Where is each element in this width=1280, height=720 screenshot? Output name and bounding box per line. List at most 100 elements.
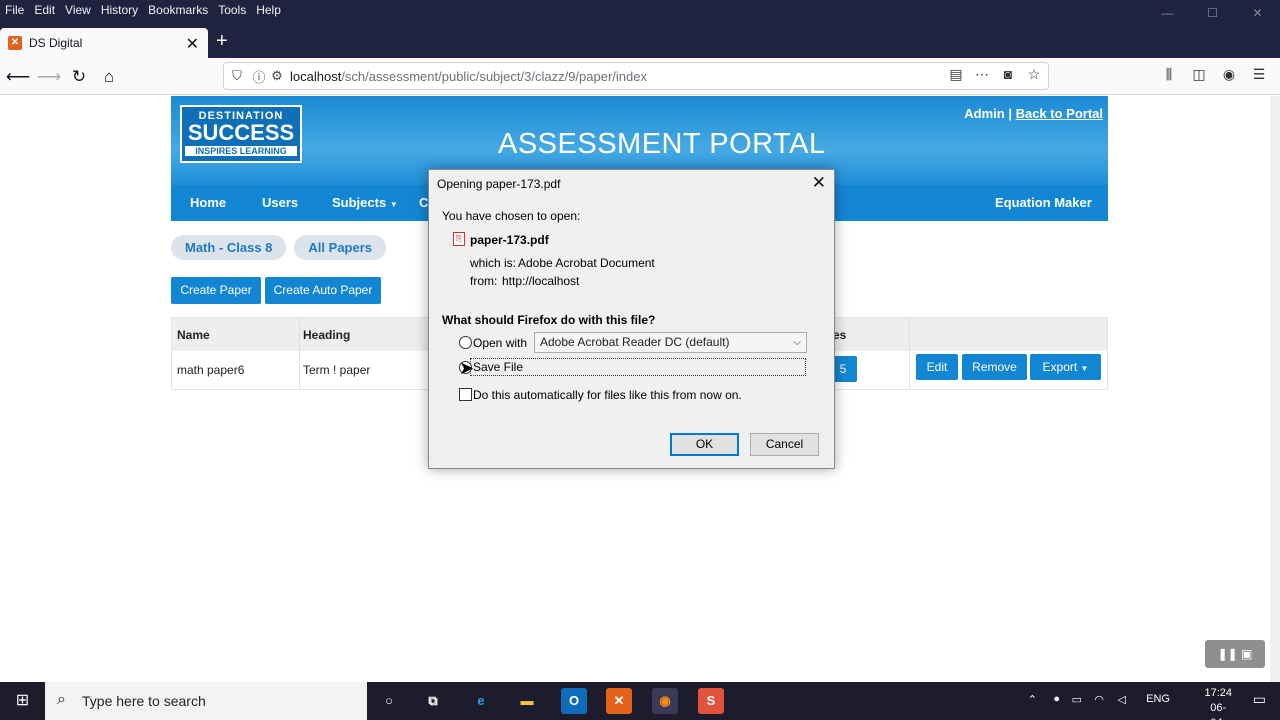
search-icon: ⌕ — [57, 691, 66, 708]
open-with-radio[interactable] — [459, 336, 472, 349]
open-file-dialog: Opening paper-173.pdf ✕ You have chosen … — [428, 169, 835, 469]
menu-edit[interactable]: Edit — [29, 3, 60, 17]
menu-tools[interactable]: Tools — [213, 3, 251, 17]
pocket-icon[interactable]: ◙ — [1000, 66, 1016, 83]
reload-icon[interactable]: ↻ — [66, 64, 92, 90]
new-tab-button[interactable]: + — [216, 30, 228, 53]
nav-subjects[interactable]: Subjects ▼ — [332, 185, 398, 222]
dialog-question: What should Firefox do with this file? — [442, 313, 656, 327]
tab-title: DS Digital — [29, 36, 83, 50]
clock-date: 06-04-2020 — [1210, 702, 1227, 720]
export-label: Export — [1042, 360, 1078, 374]
bookmark-star-icon[interactable]: ☆ — [1026, 66, 1042, 83]
chevron-down-icon: ▼ — [1080, 364, 1089, 373]
file-name: paper-173.pdf — [470, 233, 549, 247]
windows-start-icon[interactable]: ⊞ — [0, 682, 45, 720]
page-actions-icon[interactable]: ⋯ — [974, 66, 990, 83]
tray-chevron-icon[interactable]: ⌃ — [1028, 693, 1037, 706]
auto-checkbox[interactable] — [459, 388, 472, 401]
file-source: http://localhost — [502, 274, 580, 288]
url-host: localhost — [290, 68, 342, 84]
file-explorer-icon[interactable]: ▬ — [514, 688, 540, 714]
separator: | — [1008, 106, 1012, 121]
microphone-icon[interactable]: ● — [1053, 693, 1060, 705]
taskbar-search[interactable]: ⌕ Type here to search — [45, 682, 367, 720]
clock[interactable]: 17:24 06-04-2020 — [1204, 686, 1232, 720]
battery-icon[interactable]: ▭ — [1072, 693, 1082, 706]
cortana-icon[interactable]: ○ — [376, 688, 402, 714]
open-with-app: Adobe Acrobat Reader DC (default) — [540, 335, 730, 349]
create-auto-paper-button[interactable]: Create Auto Paper — [265, 277, 381, 304]
nav-users[interactable]: Users — [262, 185, 298, 220]
page-scrollbar[interactable] — [1270, 96, 1280, 682]
firefox-icon[interactable]: ◉ — [652, 688, 678, 714]
outlook-icon[interactable]: O — [561, 688, 587, 714]
cancel-button[interactable]: Cancel — [750, 433, 819, 456]
account-icon[interactable]: ◉ — [1220, 66, 1238, 83]
file-type: Adobe Acrobat Document — [518, 256, 655, 270]
close-tab-icon[interactable]: ✕ — [186, 34, 199, 54]
row-name: math paper6 — [177, 363, 245, 377]
tab-bar: ✕ DS Digital ✕ + — [0, 20, 1280, 58]
admin-label: Admin — [964, 106, 1005, 121]
hamburger-menu-icon[interactable]: ☰ — [1250, 66, 1268, 83]
open-with-label[interactable]: Open with — [473, 336, 527, 350]
nav-equation-maker[interactable]: Equation Maker — [995, 185, 1092, 220]
dialog-close-icon[interactable]: ✕ — [812, 173, 826, 193]
header-heading: Heading — [303, 328, 351, 342]
wifi-icon[interactable]: ◠ — [1094, 693, 1104, 706]
back-to-portal-link[interactable]: Back to Portal — [1016, 106, 1103, 121]
url-bar[interactable]: ⛉ ⓘ ⚙ localhost/sch/assessment/public/su… — [223, 62, 1049, 90]
language-indicator[interactable]: ENG — [1146, 693, 1170, 705]
header-partial: es — [833, 328, 847, 342]
from-label: from: — [470, 274, 498, 288]
breadcrumb-class[interactable]: Math - Class 8 — [171, 235, 287, 260]
breadcrumb-all-papers[interactable]: All Papers — [294, 235, 387, 260]
chosen-label: You have chosen to open: — [442, 209, 581, 223]
task-view-icon[interactable]: ⧉ — [420, 688, 446, 714]
back-arrow-icon[interactable]: ⟵ — [5, 64, 31, 90]
edge-icon[interactable]: e — [468, 688, 494, 714]
column-divider — [299, 318, 300, 389]
nav-bar: ⟵ ⟶ ↻ ⌂ ⛉ ⓘ ⚙ localhost/sch/assessment/p… — [0, 58, 1280, 95]
chevron-down-icon: ▼ — [389, 200, 398, 209]
home-icon[interactable]: ⌂ — [96, 64, 122, 90]
video-controls-overlay[interactable]: ❚❚ ▣ — [1205, 640, 1265, 668]
menu-view[interactable]: View — [60, 3, 96, 17]
ok-button[interactable]: OK — [670, 433, 739, 456]
shield-icon[interactable]: ⛉ — [226, 68, 248, 84]
open-with-select[interactable]: Adobe Acrobat Reader DC (default) ⌵ — [534, 332, 807, 353]
info-icon[interactable]: ⓘ — [248, 67, 270, 86]
create-paper-button[interactable]: Create Paper — [171, 277, 261, 304]
reader-view-icon[interactable]: ▤ — [948, 66, 964, 83]
volume-icon[interactable]: ◁ — [1118, 693, 1126, 706]
remove-button[interactable]: Remove — [962, 354, 1027, 380]
auto-label[interactable]: Do this automatically for files like thi… — [473, 388, 742, 402]
export-button[interactable]: Export ▼ — [1030, 354, 1101, 380]
logo-line-3: INSPIRES LEARNING — [185, 146, 297, 156]
save-file-label[interactable]: Save File — [473, 360, 523, 374]
sidebar-icon[interactable]: ◫ — [1190, 66, 1208, 83]
sublime-icon[interactable]: S — [698, 688, 724, 714]
permissions-icon[interactable]: ⚙ — [270, 68, 284, 84]
url-path: /sch/assessment/public/subject/3/clazz/9… — [341, 68, 647, 84]
nav-home[interactable]: Home — [190, 185, 226, 220]
menu-file[interactable]: File — [0, 3, 29, 17]
menu-bar: File Edit View History Bookmarks Tools H… — [0, 0, 1280, 20]
edit-button[interactable]: Edit — [916, 354, 958, 380]
forward-arrow-icon[interactable]: ⟶ — [36, 64, 62, 90]
portal-title: ASSESSMENT PORTAL — [498, 128, 826, 160]
nav-partial-item[interactable]: C — [419, 185, 428, 220]
xampp-taskbar-icon[interactable]: ✕ — [606, 688, 632, 714]
pdf-file-icon: ⎘ — [453, 232, 465, 246]
xampp-icon: ✕ — [8, 36, 22, 50]
logo-line-2: SUCCESS — [187, 120, 295, 145]
menu-help[interactable]: Help — [251, 3, 286, 17]
tab-ds-digital[interactable]: ✕ DS Digital ✕ — [0, 28, 208, 58]
library-icon[interactable]: ⫼ — [1160, 66, 1178, 83]
taskbar: ⊞ ⌕ Type here to search ○ ⧉ e ▬ O ✕ ◉ S … — [0, 682, 1280, 720]
menu-history[interactable]: History — [96, 3, 143, 17]
menu-bookmarks[interactable]: Bookmarks — [143, 3, 213, 17]
destination-success-logo[interactable]: DESTINATION SUCCESS INSPIRES LEARNING — [180, 105, 302, 163]
notifications-icon[interactable]: ▭ — [1253, 691, 1266, 708]
